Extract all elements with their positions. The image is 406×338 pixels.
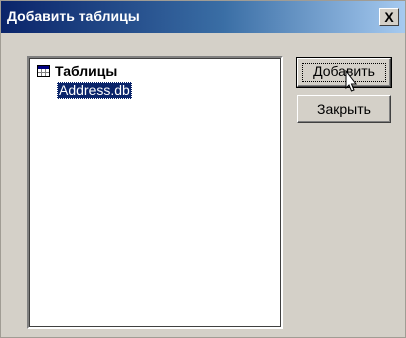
tree-root-label: Таблицы (55, 63, 118, 79)
mouse-cursor-icon (345, 70, 358, 92)
tree-item-address-db[interactable]: Address.db (57, 82, 132, 99)
close-window-button[interactable]: X (379, 8, 399, 26)
window-title: Добавить таблицы (7, 8, 140, 24)
close-icon: X (384, 9, 394, 25)
table-icon (37, 65, 50, 77)
add-tables-dialog: Добавить таблицы X Таблицы Address.db До… (0, 0, 406, 338)
title-bar[interactable]: Добавить таблицы X (1, 1, 405, 33)
tables-tree[interactable]: Таблицы Address.db (27, 56, 283, 329)
close-button-label: Закрыть (317, 101, 371, 117)
